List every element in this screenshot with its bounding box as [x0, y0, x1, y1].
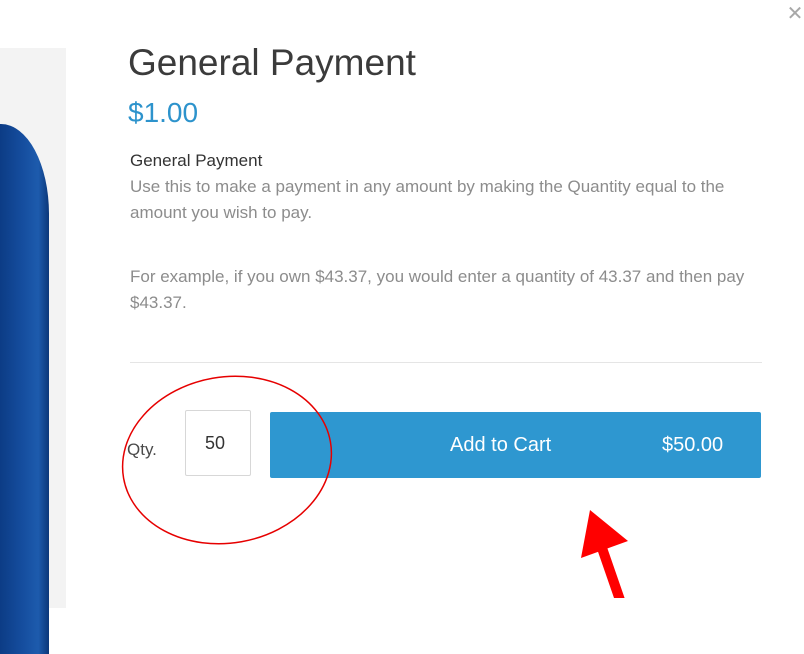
- annotation-arrow-shaft: [597, 546, 625, 598]
- description-title: General Payment: [130, 151, 263, 170]
- add-to-cart-button[interactable]: Add to Cart $50.00: [270, 412, 761, 478]
- product-price: $1.00: [128, 97, 199, 128]
- product-title: General Payment: [128, 42, 416, 83]
- add-to-cart-label: Add to Cart: [450, 434, 552, 456]
- product-image-panel: [0, 48, 66, 654]
- close-icon[interactable]: ✕: [785, 4, 804, 24]
- divider: [130, 362, 762, 363]
- description-paragraph: For example, if you own $43.37, you woul…: [130, 267, 745, 312]
- cart-total: $50.00: [662, 434, 724, 456]
- product-image: [0, 124, 49, 654]
- annotation-arrow-head: [581, 510, 628, 558]
- description-paragraph: Use this to make a payment in any amount…: [130, 177, 725, 222]
- quantity-input[interactable]: [185, 410, 251, 476]
- quantity-label: Qty.: [127, 440, 157, 459]
